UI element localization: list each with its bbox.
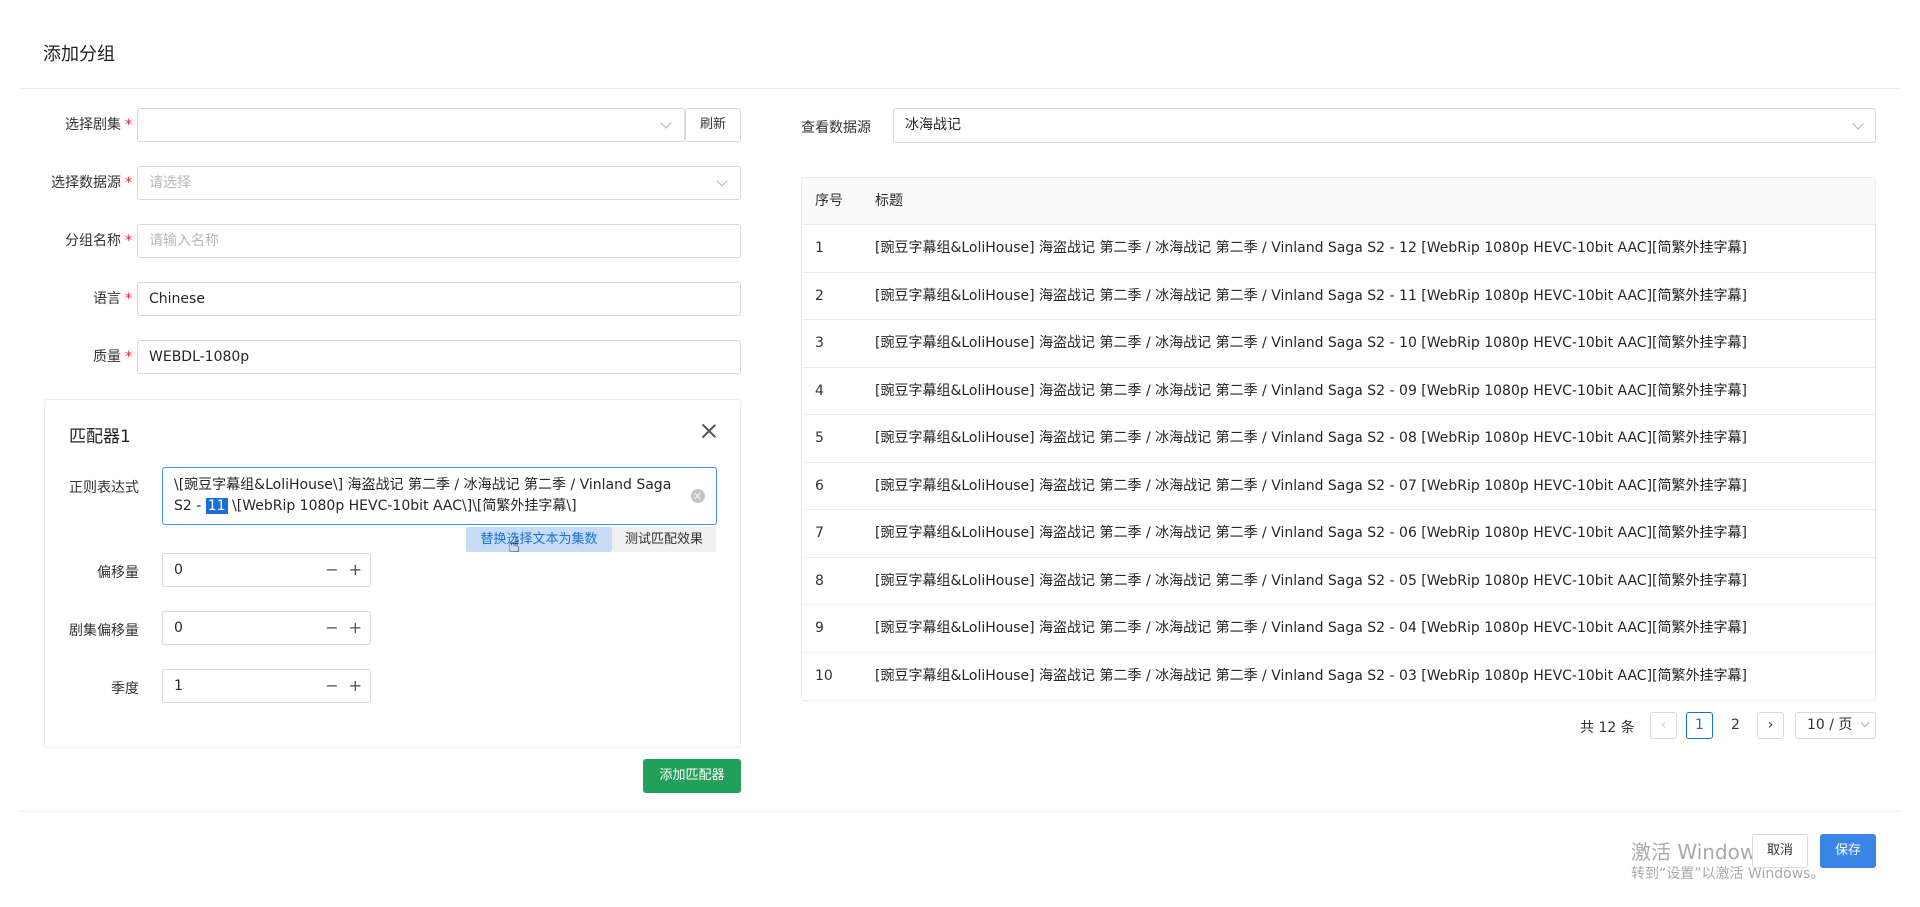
season-label: 季度 (111, 681, 139, 697)
header-divider (20, 88, 1900, 89)
datasource-select[interactable]: 请选择 (137, 166, 741, 200)
table-row: 4 [豌豆字幕组&LoliHouse] 海盗战记 第二季 / 冰海战记 第二季 /… (802, 368, 1875, 415)
matcher-card: 匹配器1 正则表达式 \[豌豆字幕组&LoliHouse\] 海盗战记 第二季 … (44, 399, 741, 748)
cancel-button[interactable]: 取消 (1752, 834, 1808, 868)
table-row: 3 [豌豆字幕组&LoliHouse] 海盗战记 第二季 / 冰海战记 第二季 /… (802, 320, 1875, 368)
row-no: 1 (815, 240, 824, 256)
hand-cursor-icon: ☝ (508, 533, 521, 557)
modal-title: 添加分组 (43, 44, 115, 65)
language-input[interactable]: Chinese (137, 282, 741, 316)
matcher-title: 匹配器1 (69, 427, 131, 447)
quality-label: 质量 * (93, 349, 132, 365)
page-2-button[interactable]: 2 (1722, 712, 1749, 739)
datasource-row: 选择数据源 * 请选择 (0, 166, 760, 202)
row-title: [豌豆字幕组&LoliHouse] 海盗战记 第二季 / 冰海战记 第二季 / … (875, 430, 1747, 446)
row-title: [豌豆字幕组&LoliHouse] 海盗战记 第二季 / 冰海战记 第二季 / … (875, 525, 1747, 541)
page-1-button[interactable]: 1 (1686, 712, 1713, 739)
row-title: [豌豆字幕组&LoliHouse] 海盗战记 第二季 / 冰海战记 第二季 / … (875, 620, 1747, 636)
language-row: 语言 * Chinese (0, 282, 760, 318)
language-label: 语言 * (93, 291, 132, 307)
chevron-down-icon (1852, 118, 1864, 130)
results-table: 序号 标题 1 [豌豆字幕组&LoliHouse] 海盗战记 第二季 / 冰海战记… (801, 177, 1876, 701)
row-no: 5 (815, 430, 824, 446)
group-name-label: 分组名称 * (65, 233, 132, 249)
column-header-no: 序号 (815, 193, 843, 209)
series-offset-stepper[interactable]: 0 − + (162, 611, 371, 645)
row-no: 4 (815, 382, 824, 399)
minus-icon[interactable]: − (325, 554, 338, 586)
save-button[interactable]: 保存 (1820, 834, 1876, 868)
series-offset-label: 剧集偏移量 (69, 623, 139, 639)
viewer-select[interactable]: 冰海战记 (893, 108, 1876, 143)
chevron-down-icon (1860, 718, 1870, 728)
offset-stepper[interactable]: 0 − + (162, 553, 371, 587)
close-icon[interactable] (700, 422, 718, 440)
row-no: 9 (815, 620, 824, 636)
table-row: 6 [豌豆字幕组&LoliHouse] 海盗战记 第二季 / 冰海战记 第二季 /… (802, 463, 1875, 510)
season-stepper[interactable]: 1 − + (162, 669, 371, 703)
viewer-label: 查看数据源 (801, 120, 871, 136)
plus-icon[interactable]: + (349, 554, 362, 586)
minus-icon[interactable]: − (325, 612, 338, 644)
pagination-total: 共 12 条 (1580, 720, 1635, 736)
row-no: 6 (815, 477, 824, 494)
series-label: 选择剧集 * (65, 117, 132, 133)
replace-selection-button[interactable]: 替换选择文本为集数 (466, 527, 612, 552)
series-select[interactable] (137, 108, 685, 142)
regex-selection: 11 (205, 498, 228, 514)
regex-input[interactable]: \[豌豆字幕组&LoliHouse\] 海盗战记 第二季 / 冰海战记 第二季 … (162, 467, 717, 525)
add-matcher-button[interactable]: 添加匹配器 (643, 759, 741, 793)
series-row: 选择剧集 * 刷新 (0, 108, 760, 144)
chevron-down-icon (716, 175, 728, 187)
row-title: [豌豆字幕组&LoliHouse] 海盗战记 第二季 / 冰海战记 第二季 / … (875, 572, 1747, 589)
row-title: [豌豆字幕组&LoliHouse] 海盗战记 第二季 / 冰海战记 第二季 / … (875, 382, 1747, 399)
offset-label: 偏移量 (97, 565, 139, 581)
row-title: [豌豆字幕组&LoliHouse] 海盗战记 第二季 / 冰海战记 第二季 / … (875, 477, 1747, 494)
table-row: 5 [豌豆字幕组&LoliHouse] 海盗战记 第二季 / 冰海战记 第二季 /… (802, 415, 1875, 463)
group-name-input[interactable]: 请输入名称 (137, 224, 741, 258)
row-no: 2 (815, 287, 824, 304)
plus-icon[interactable]: + (349, 670, 362, 702)
table-row: 10 [豌豆字幕组&LoliHouse] 海盗战记 第二季 / 冰海战记 第二季 … (802, 653, 1875, 701)
table-row: 7 [豌豆字幕组&LoliHouse] 海盗战记 第二季 / 冰海战记 第二季 /… (802, 510, 1875, 558)
table-header: 序号 标题 (802, 178, 1875, 225)
row-title: [豌豆字幕组&LoliHouse] 海盗战记 第二季 / 冰海战记 第二季 / … (875, 287, 1747, 304)
table-row: 9 [豌豆字幕组&LoliHouse] 海盗战记 第二季 / 冰海战记 第二季 /… (802, 605, 1875, 653)
row-no: 3 (815, 335, 824, 351)
test-match-button[interactable]: 测试匹配效果 (612, 527, 716, 552)
table-row: 1 [豌豆字幕组&LoliHouse] 海盗战记 第二季 / 冰海战记 第二季 /… (802, 225, 1875, 273)
row-title: [豌豆字幕组&LoliHouse] 海盗战记 第二季 / 冰海战记 第二季 / … (875, 335, 1747, 351)
column-header-title: 标题 (875, 193, 903, 209)
row-no: 8 (815, 572, 824, 589)
row-title: [豌豆字幕组&LoliHouse] 海盗战记 第二季 / 冰海战记 第二季 / … (875, 240, 1747, 256)
datasource-label: 选择数据源 * (51, 175, 132, 191)
row-no: 7 (815, 525, 824, 541)
group-name-row: 分组名称 * 请输入名称 (0, 224, 760, 260)
next-page-button[interactable]: › (1757, 712, 1784, 739)
plus-icon[interactable]: + (349, 612, 362, 644)
quality-input[interactable]: WEBDL-1080p (137, 340, 741, 374)
page-size-select[interactable]: 10 / 页 (1795, 712, 1876, 739)
minus-icon[interactable]: − (325, 670, 338, 702)
clear-icon[interactable] (691, 489, 705, 503)
activation-watermark: 激活 Windows (1631, 840, 1767, 864)
chevron-down-icon (660, 117, 672, 129)
footer-divider (20, 811, 1900, 812)
prev-page-button[interactable]: ‹ (1650, 712, 1677, 739)
regex-label: 正则表达式 (69, 480, 139, 496)
row-title: [豌豆字幕组&LoliHouse] 海盗战记 第二季 / 冰海战记 第二季 / … (875, 667, 1747, 684)
quality-row: 质量 * WEBDL-1080p (0, 340, 760, 376)
refresh-button[interactable]: 刷新 (685, 108, 741, 142)
row-no: 10 (815, 667, 833, 684)
table-row: 2 [豌豆字幕组&LoliHouse] 海盗战记 第二季 / 冰海战记 第二季 /… (802, 273, 1875, 320)
table-row: 8 [豌豆字幕组&LoliHouse] 海盗战记 第二季 / 冰海战记 第二季 /… (802, 558, 1875, 605)
